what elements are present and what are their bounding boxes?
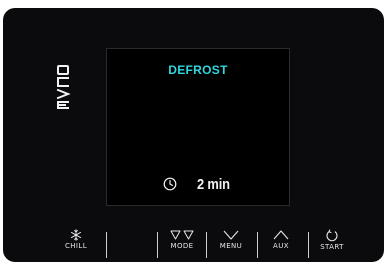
start-label: START <box>320 243 344 251</box>
menu-button[interactable]: MENU <box>211 229 251 261</box>
divider <box>106 232 107 258</box>
display-title: DEFROST <box>168 63 228 77</box>
chill-label: CHILL <box>64 242 87 250</box>
chevron-up-icon <box>273 230 289 240</box>
clock-icon <box>163 177 177 191</box>
chevron-down-icon <box>223 230 239 240</box>
mode-label: MODE <box>170 242 194 250</box>
divider <box>206 232 207 258</box>
timer-row: 2 min <box>163 175 235 193</box>
divider <box>157 232 158 258</box>
control-panel: DEFROST 2 min CHILL MODE MENU AUX START <box>3 8 384 262</box>
lcd-display: DEFROST 2 min <box>106 48 290 206</box>
aux-button[interactable]: AUX <box>262 229 300 261</box>
timer-value: 2 min <box>197 175 230 193</box>
menu-label: MENU <box>219 242 243 250</box>
snowflake-icon <box>71 229 81 241</box>
start-button[interactable]: START <box>312 229 352 261</box>
chill-button[interactable]: CHILL <box>60 229 92 261</box>
brand-logo <box>56 65 71 109</box>
divider <box>257 232 258 258</box>
refresh-icon <box>326 229 338 242</box>
aux-label: AUX <box>273 242 289 250</box>
double-down-triangle-icon <box>170 230 194 240</box>
divider <box>308 232 309 258</box>
mode-button[interactable]: MODE <box>163 229 201 261</box>
